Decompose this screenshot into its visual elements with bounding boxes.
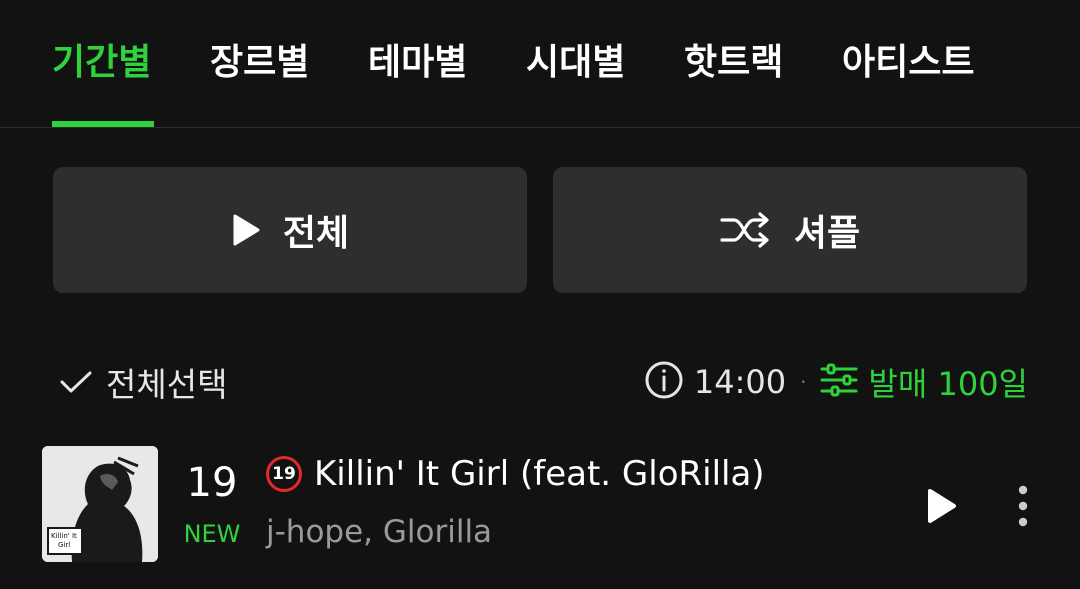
tab-hot-track[interactable]: 핫트랙 [684,38,783,88]
track-more-button[interactable] [1006,484,1040,528]
shuffle-button[interactable]: 셔플 [553,167,1027,293]
tab-artist[interactable]: 아티스트 [842,38,974,88]
tab-genre[interactable]: 장르별 [210,38,309,88]
release-filter-button[interactable]: 발매 100일 [820,359,1028,405]
play-all-button[interactable]: 전체 [53,167,527,293]
list-toolbar: 전체선택 14:00 · 발매 100일 [0,352,1080,412]
info-icon[interactable] [644,360,684,404]
cover-text-line-2: Girl [58,541,71,549]
play-icon [928,489,956,523]
play-icon [231,213,261,247]
cover-text-line-1: Killin' It [51,532,77,540]
album-cover[interactable]: Killin' It Girl [42,446,158,562]
active-tab-indicator [52,121,154,127]
category-tabs: 기간별 장르별 테마별 시대별 핫트랙 아티스트 [0,0,1080,128]
tab-theme[interactable]: 테마별 [368,38,467,88]
age-rating-badge: 19 [266,456,302,492]
track-title-row: 19 Killin' It Girl (feat. GloRilla) [266,454,765,494]
tab-period[interactable]: 기간별 [52,38,151,88]
track-title[interactable]: Killin' It Girl (feat. GloRilla) [314,454,765,494]
select-all-button[interactable]: 전체선택 [60,352,227,412]
select-all-label: 전체선택 [106,365,228,404]
more-vertical-icon [1018,485,1028,527]
update-time: 14:00 [693,363,787,401]
tab-era[interactable]: 시대별 [526,38,625,88]
play-all-label: 전체 [282,213,350,254]
shuffle-label: 셔플 [793,213,861,254]
track-artist[interactable]: j-hope, Glorilla [266,514,492,550]
shuffle-icon [720,212,772,248]
chart-info: 14:00 · 발매 100일 [644,352,1028,412]
new-badge: NEW [183,520,241,548]
track-row[interactable]: Killin' It Girl 19 NEW 19 Killin' It Gir… [0,440,1080,568]
sliders-icon [820,363,858,401]
track-rank: 19 [186,460,238,506]
separator-dot: · [800,370,807,394]
release-filter-label: 발매 100일 [868,365,1028,403]
check-icon [60,363,92,402]
track-play-button[interactable] [918,484,962,528]
